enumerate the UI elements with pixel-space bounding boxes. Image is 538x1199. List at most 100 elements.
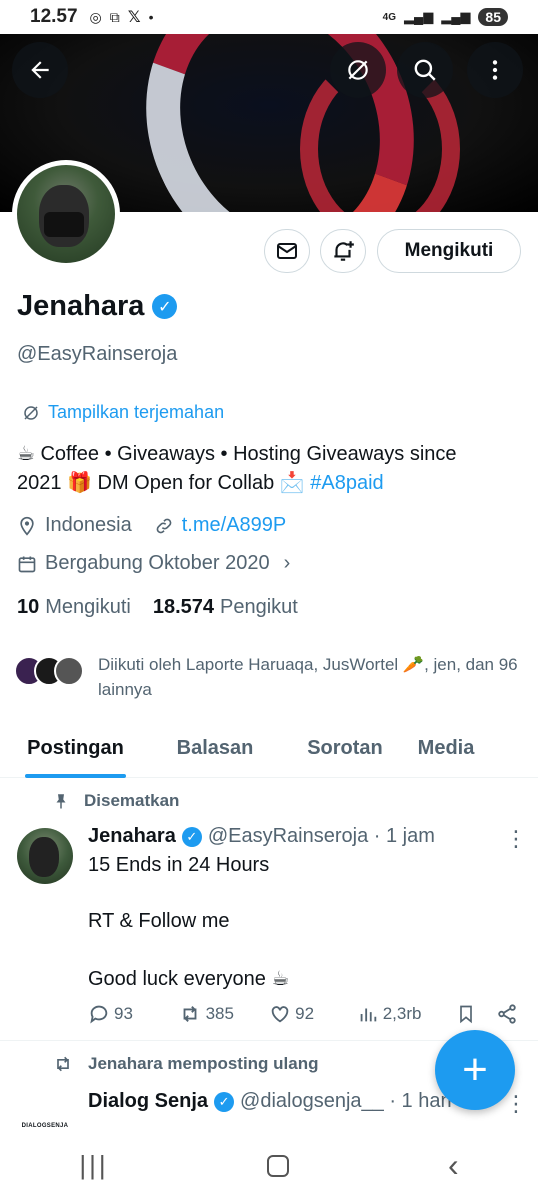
repost-label-row: Jenahara memposting ulang bbox=[52, 1054, 319, 1074]
pinned-label-row: Disematkan bbox=[52, 791, 179, 811]
tab-media[interactable]: Media bbox=[415, 720, 477, 777]
translate-label: Tampilkan terjemahan bbox=[48, 402, 225, 422]
link-icon bbox=[156, 518, 172, 533]
more-button[interactable] bbox=[467, 42, 523, 98]
followers-count-link[interactable]: 18.574 Pengikut bbox=[153, 596, 298, 619]
post-author[interactable]: Dialog Senja bbox=[88, 1090, 208, 1113]
profile-avatar[interactable] bbox=[12, 160, 120, 268]
reply-button[interactable]: 93 bbox=[88, 1003, 178, 1025]
bio-hashtag-link[interactable]: #A8paid bbox=[310, 472, 383, 494]
verified-badge-icon: ✓ bbox=[214, 1091, 235, 1112]
profile-tabs: Postingan Balasan Sorotan Media bbox=[0, 720, 538, 778]
more-vertical-icon bbox=[492, 60, 498, 80]
followers-count: 18.574 bbox=[152, 596, 215, 618]
following-count-link[interactable]: 10 Mengikuti bbox=[17, 596, 131, 619]
post-header: Dialog Senja ✓ @dialogsenja__ · 1 han bbox=[88, 1090, 452, 1113]
repost-icon bbox=[183, 1006, 196, 1022]
follow-counts: 10 Mengikuti 18.574 Pengikut bbox=[17, 596, 298, 619]
share-icon bbox=[498, 1004, 516, 1024]
followers-label: Pengikut bbox=[220, 596, 298, 618]
profile-meta-row: Indonesia t.me/A899P bbox=[17, 514, 286, 537]
location-text: Indonesia bbox=[45, 514, 132, 536]
views-button[interactable]: 2,3rb bbox=[357, 1003, 457, 1025]
reply-count: 93 bbox=[114, 1004, 133, 1023]
tab-sorotan[interactable]: Sorotan bbox=[304, 720, 386, 777]
bookmark-button[interactable] bbox=[456, 1003, 496, 1025]
repost-label: Jenahara memposting ulang bbox=[88, 1054, 319, 1073]
compose-button[interactable]: + bbox=[435, 1030, 515, 1110]
tab-postingan[interactable]: Postingan bbox=[25, 720, 126, 778]
network-label: 4G bbox=[382, 11, 396, 23]
repost-count: 385 bbox=[205, 1004, 234, 1023]
post-more-icon[interactable]: ⋮ bbox=[505, 1091, 527, 1117]
search-icon bbox=[414, 59, 436, 81]
avatar bbox=[54, 656, 84, 686]
post-avatar[interactable] bbox=[17, 828, 73, 884]
back-nav-icon[interactable]: ‹ bbox=[448, 1147, 459, 1184]
x-logo-icon: 𝕏 bbox=[127, 9, 141, 26]
plus-icon: + bbox=[462, 1045, 488, 1094]
following-button[interactable]: Mengikuti bbox=[377, 229, 521, 273]
search-button[interactable] bbox=[397, 42, 453, 98]
bio-line-2: 2021 🎁 DM Open for Collab 📩 #A8paid bbox=[17, 469, 517, 498]
verified-badge-icon[interactable]: ✓ bbox=[152, 294, 178, 319]
back-button[interactable] bbox=[12, 42, 68, 98]
translate-button[interactable] bbox=[330, 42, 386, 98]
followed-by-text: Diikuti oleh Laporte Haruaqa, JusWortel … bbox=[98, 655, 518, 699]
home-icon[interactable] bbox=[267, 1154, 290, 1177]
post-more-icon[interactable]: ⋮ bbox=[505, 826, 527, 852]
calendar-icon bbox=[18, 556, 36, 572]
signal-icon-2: ▂▄▆ bbox=[441, 9, 471, 24]
avatar-logo-text: DIALOGSENJA bbox=[21, 1123, 69, 1129]
translate-bio-link[interactable]: Tampilkan terjemahan bbox=[22, 402, 224, 423]
status-time: 12.57 bbox=[30, 6, 78, 27]
system-icons: 4G ▂▄▆ ▂▄▆ 85 bbox=[383, 8, 508, 26]
chevron-right-icon: › bbox=[283, 552, 291, 574]
like-button[interactable]: 92 bbox=[269, 1003, 357, 1025]
location-icon bbox=[20, 516, 34, 536]
recents-icon[interactable]: ||| bbox=[79, 1150, 108, 1181]
tab-balasan[interactable]: Balasan bbox=[175, 720, 255, 777]
message-button[interactable] bbox=[264, 229, 310, 273]
post-text-line-3: Good luck everyone ☕ bbox=[88, 968, 290, 990]
profile-bio: ☕ Coffee • Giveaways • Hosting Giveaways… bbox=[17, 440, 517, 498]
screenshot-icon: ⧉ bbox=[109, 8, 120, 25]
bio-line-1: ☕ Coffee • Giveaways • Hosting Giveaways… bbox=[17, 443, 457, 465]
signal-icon: ▂▄▆ bbox=[403, 9, 434, 24]
post-handle-time[interactable]: @dialogsenja__ · 1 han bbox=[240, 1090, 452, 1113]
profile-link[interactable]: t.me/A899P bbox=[182, 514, 287, 537]
views-count: 2,3rb bbox=[382, 1004, 422, 1023]
follower-avatars bbox=[14, 656, 84, 686]
profile-handle: @EasyRainseroja bbox=[17, 343, 178, 365]
post-text-line-1: 15 Ends in 24 Hours bbox=[88, 854, 270, 876]
joined-row[interactable]: Bergabung Oktober 2020 › bbox=[17, 552, 290, 575]
followed-by-row[interactable]: Diikuti oleh Laporte Haruaqa, JusWortel … bbox=[14, 652, 518, 702]
joined-text: Bergabung Oktober 2020 bbox=[45, 552, 270, 574]
bell-plus-icon bbox=[334, 241, 354, 261]
reply-icon bbox=[90, 1005, 108, 1024]
translate-off-icon bbox=[24, 405, 38, 420]
share-button[interactable] bbox=[496, 1003, 518, 1025]
following-label: Mengikuti bbox=[45, 596, 131, 618]
verified-badge-icon: ✓ bbox=[181, 826, 202, 847]
notify-button[interactable] bbox=[320, 229, 366, 273]
status-bar: 12.57 ◎ ⧉ 𝕏 • 4G ▂▄▆ ▂▄▆ 85 bbox=[0, 0, 538, 34]
notification-icons: ◎ ⧉ 𝕏 • bbox=[90, 7, 154, 27]
dot-icon: • bbox=[148, 9, 154, 25]
like-count: 92 bbox=[295, 1004, 315, 1023]
views-chart-icon bbox=[360, 1008, 376, 1022]
profile-name-row: Jenahara ✓ bbox=[17, 290, 178, 323]
pinned-label: Disematkan bbox=[84, 791, 180, 810]
bookmark-icon bbox=[460, 1005, 473, 1024]
instagram-icon: ◎ bbox=[89, 8, 102, 25]
repost-icon bbox=[57, 1056, 69, 1072]
post-header: Jenahara ✓ @EasyRainseroja · 1 jam bbox=[88, 825, 435, 848]
system-nav-bar: ||| ‹ bbox=[0, 1132, 538, 1199]
post-handle-time[interactable]: @EasyRainseroja · 1 jam bbox=[208, 825, 435, 848]
translate-off-icon bbox=[348, 60, 368, 80]
post-author[interactable]: Jenahara bbox=[88, 825, 176, 848]
following-count: 10 bbox=[17, 596, 40, 618]
bio-line-2-text: 2021 🎁 DM Open for Collab 📩 bbox=[17, 472, 311, 494]
repost-button[interactable]: 385 bbox=[178, 1003, 270, 1025]
back-arrow-icon bbox=[31, 61, 49, 79]
